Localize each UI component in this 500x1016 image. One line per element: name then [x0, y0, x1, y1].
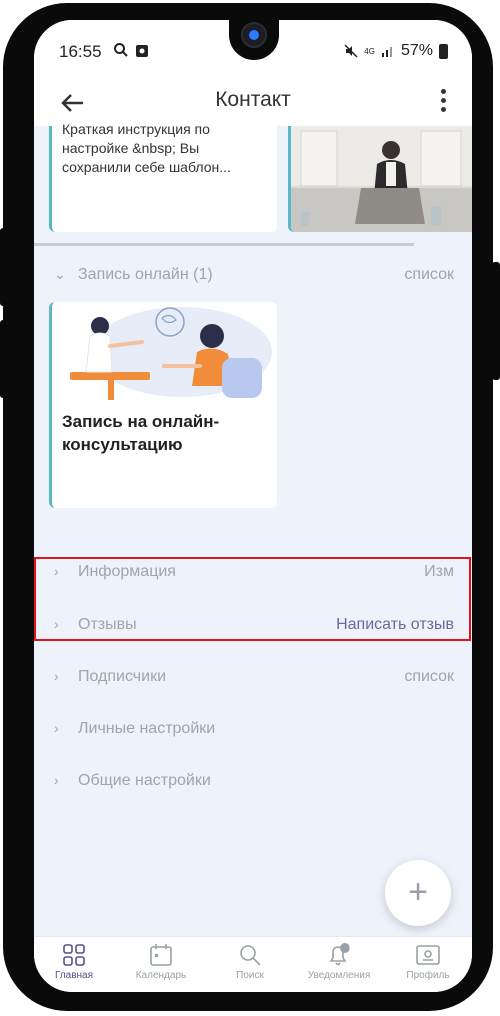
list-link[interactable]: список	[404, 668, 454, 686]
front-camera	[241, 22, 267, 48]
bottom-nav: Главная Календарь Поиск 5 Уведомления Пр…	[34, 936, 472, 992]
section-label: Запись онлайн (1)	[78, 266, 213, 283]
chevron-down-icon: ⌄	[54, 266, 66, 282]
screen-record-icon	[136, 45, 149, 57]
chevron-right-icon: ›	[54, 772, 59, 788]
side-button	[0, 228, 8, 306]
nav-label: Профиль	[406, 970, 450, 981]
clock: 16:55	[59, 42, 102, 61]
profile-icon	[416, 945, 440, 965]
photo-image	[291, 126, 472, 232]
section-label: Личные настройки	[78, 720, 216, 737]
section-label: Общие настройки	[78, 772, 211, 789]
network-type: 4G	[364, 46, 375, 56]
grid-icon	[63, 944, 85, 966]
notification-badge: 5	[348, 944, 354, 953]
chevron-right-icon: ›	[54, 720, 59, 736]
calendar-icon	[150, 944, 172, 966]
nav-label: Календарь	[135, 970, 187, 981]
section-general-settings[interactable]: › Общие настройки	[54, 772, 454, 798]
chevron-right-icon: ›	[54, 668, 59, 684]
nav-label: Поиск	[236, 970, 264, 981]
online-card-title: Запись на онлайн-консультацию	[62, 412, 220, 454]
highlight-box	[34, 557, 471, 641]
section-label: Подписчики	[78, 668, 167, 685]
mute-icon	[344, 44, 358, 58]
section-personal-settings[interactable]: › Личные настройки	[54, 720, 454, 746]
content: Краткая инструкция по настройке &nbsp; В…	[34, 121, 472, 936]
nav-label: Уведомления	[307, 970, 371, 981]
nav-notifications[interactable]: 5 Уведомления	[304, 943, 374, 981]
list-link[interactable]: список	[404, 266, 454, 284]
more-vertical-icon[interactable]	[436, 86, 450, 118]
divider	[34, 243, 414, 246]
add-button[interactable]: +	[385, 860, 451, 926]
nav-profile[interactable]: Профиль	[393, 943, 463, 981]
section-online-booking[interactable]: ⌄ Запись онлайн (1) список	[54, 266, 454, 292]
status-right-icons: 4G 57%	[344, 42, 448, 60]
online-consultation-card[interactable]: Запись на онлайн-консультацию	[49, 302, 277, 508]
nav-home[interactable]: Главная	[39, 943, 109, 981]
consultation-illustration	[52, 302, 277, 408]
camera-lens	[249, 30, 259, 40]
material-card-photo[interactable]	[288, 126, 472, 232]
battery-icon	[439, 43, 448, 59]
nav-search[interactable]: Поиск	[215, 943, 285, 981]
screen: 16:55 4G 57% Контакт Краткая инструкция …	[34, 20, 472, 992]
side-button	[0, 320, 8, 398]
battery-percent: 57%	[400, 42, 433, 59]
search-icon	[240, 945, 261, 966]
page-title: Контакт	[215, 88, 291, 111]
power-button	[492, 262, 500, 380]
signal-icon	[381, 47, 392, 57]
nav-label: Главная	[54, 970, 94, 981]
section-subscribers[interactable]: › Подписчики список	[54, 668, 454, 694]
material-card[interactable]: Краткая инструкция по настройке &nbsp; В…	[49, 121, 277, 232]
search-icon	[114, 43, 128, 57]
material-card-text: Краткая инструкция по настройке &nbsp; В…	[62, 121, 231, 175]
nav-calendar[interactable]: Календарь	[126, 943, 196, 981]
status-left-icons	[113, 42, 149, 60]
